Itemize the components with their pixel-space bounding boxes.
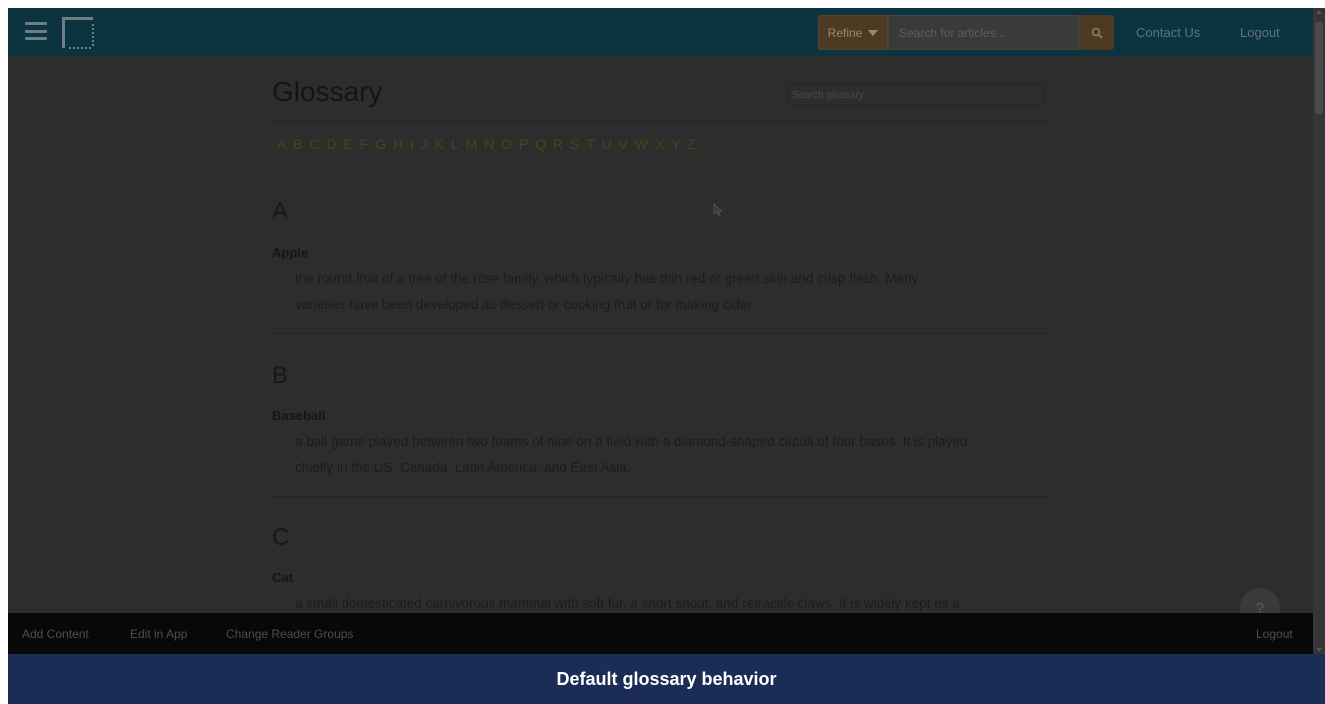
- alpha-link-w[interactable]: W: [635, 136, 649, 152]
- divider: [272, 121, 1050, 122]
- definition-line: varieties have been developed as dessert…: [295, 297, 756, 312]
- logout-link[interactable]: Logout: [1240, 25, 1280, 40]
- definition-line: a ball game played between two teams of …: [295, 434, 968, 449]
- search-icon: [1091, 27, 1103, 39]
- hamburger-menu-icon[interactable]: [25, 22, 47, 40]
- alpha-link-o[interactable]: O: [501, 136, 512, 152]
- bottom-toolbar: Add Content Edit in App Change Reader Gr…: [8, 613, 1313, 654]
- scroll-up-icon[interactable]: [1316, 10, 1322, 14]
- caption-banner: Default glossary behavior: [8, 654, 1325, 704]
- section-heading-c: C: [272, 524, 290, 551]
- glossary-definition: the round fruit of a tree of the rose fa…: [295, 266, 1055, 318]
- glossary-search-input[interactable]: [787, 84, 1045, 106]
- alpha-link-r[interactable]: R: [553, 136, 564, 152]
- glossary-term: Apple: [272, 245, 309, 260]
- divider: [272, 496, 1050, 497]
- refine-label: Refine: [827, 25, 863, 40]
- alpha-link-n[interactable]: N: [484, 136, 495, 152]
- add-content-link[interactable]: Add Content: [22, 627, 89, 641]
- alpha-link-h[interactable]: H: [393, 136, 404, 152]
- alpha-link-c[interactable]: C: [309, 136, 320, 152]
- page-title: Glossary: [272, 76, 383, 107]
- alphabet-index: A B C D E F G H I J K L M N O P Q R S T …: [277, 136, 703, 152]
- section-heading-a: A: [272, 198, 289, 225]
- article-search-input[interactable]: [888, 15, 1079, 50]
- alpha-link-g[interactable]: G: [375, 136, 386, 152]
- glossary-definition: a ball game played between two teams of …: [295, 429, 1055, 481]
- alpha-link-s[interactable]: S: [570, 136, 580, 152]
- app-window: Refine Contact Us Logout Glossary A B C …: [8, 8, 1325, 704]
- mouse-cursor-icon: [713, 203, 723, 217]
- alpha-link-k[interactable]: K: [435, 136, 445, 152]
- search-button[interactable]: [1079, 15, 1114, 50]
- alpha-link-l[interactable]: L: [451, 136, 459, 152]
- change-reader-groups-link[interactable]: Change Reader Groups: [226, 627, 353, 641]
- definition-line: chiefly in the US, Canada, Latin America…: [295, 460, 631, 475]
- alpha-link-a[interactable]: A: [277, 136, 287, 152]
- alpha-link-t[interactable]: T: [586, 136, 595, 152]
- alpha-link-p[interactable]: P: [519, 136, 529, 152]
- divider: [272, 333, 1050, 334]
- alpha-link-y[interactable]: Y: [671, 136, 681, 152]
- alpha-link-x[interactable]: X: [655, 136, 665, 152]
- alpha-link-f[interactable]: F: [360, 136, 369, 152]
- bottom-logout-link[interactable]: Logout: [1256, 627, 1293, 641]
- scrollbar-thumb[interactable]: [1315, 22, 1323, 114]
- alpha-link-j[interactable]: J: [421, 136, 429, 152]
- contact-us-link[interactable]: Contact Us: [1136, 25, 1200, 40]
- refine-dropdown[interactable]: Refine: [818, 15, 888, 50]
- definition-line: the round fruit of a tree of the rose fa…: [295, 271, 919, 286]
- alpha-link-v[interactable]: V: [619, 136, 629, 152]
- alpha-link-z[interactable]: Z: [687, 136, 696, 152]
- edit-in-app-link[interactable]: Edit in App: [130, 627, 187, 641]
- alpha-link-b[interactable]: B: [293, 136, 303, 152]
- top-navbar: Refine Contact Us Logout: [8, 8, 1313, 56]
- logo-icon[interactable]: [62, 17, 94, 49]
- alpha-link-u[interactable]: U: [602, 136, 613, 152]
- glossary-term: Baseball: [272, 408, 326, 423]
- page-scrollbar[interactable]: [1313, 8, 1325, 654]
- alpha-link-q[interactable]: Q: [535, 136, 546, 152]
- caret-down-icon: [868, 29, 879, 36]
- glossary-term: Cat: [272, 570, 293, 585]
- scroll-down-icon[interactable]: [1316, 648, 1322, 652]
- alpha-link-m[interactable]: M: [466, 136, 478, 152]
- alpha-link-d[interactable]: D: [326, 136, 337, 152]
- alpha-link-i[interactable]: I: [410, 136, 414, 152]
- alpha-link-e[interactable]: E: [344, 136, 354, 152]
- section-heading-b: B: [272, 362, 289, 389]
